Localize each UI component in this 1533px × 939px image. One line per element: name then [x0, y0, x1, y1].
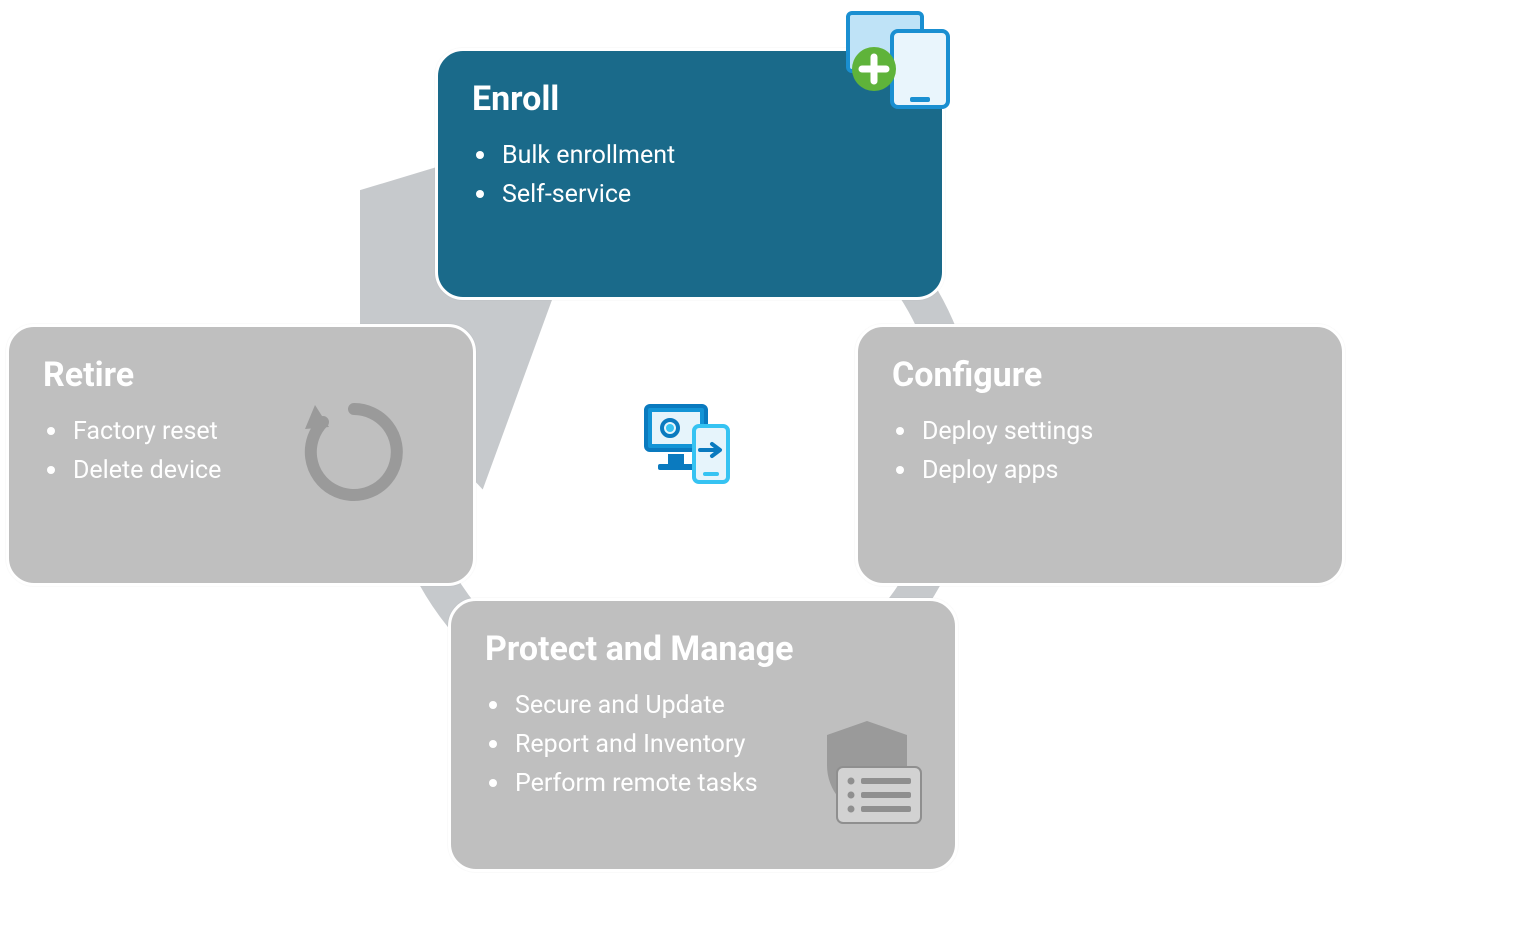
stage-enroll[interactable]: Enroll Bulk enrollment Self-service — [435, 48, 945, 300]
stage-item: Self-service — [476, 176, 908, 215]
devices-add-icon — [840, 11, 960, 111]
shield-list-icon — [807, 719, 927, 829]
apps-grid-icon — [1192, 381, 1312, 501]
stage-title: Retire — [43, 355, 439, 395]
stage-protect[interactable]: Protect and Manage Secure and Update Rep… — [448, 598, 958, 872]
stage-item: Bulk enrollment — [476, 137, 908, 176]
device-sync-icon — [640, 400, 735, 490]
stage-retire[interactable]: Retire Factory reset Delete device — [6, 324, 476, 586]
stage-items: Bulk enrollment Self-service — [472, 137, 908, 215]
stage-configure[interactable]: Configure Deploy settings Deploy apps — [855, 324, 1345, 586]
refresh-cycle-icon — [299, 397, 409, 507]
stage-title: Protect and Manage — [485, 629, 921, 669]
